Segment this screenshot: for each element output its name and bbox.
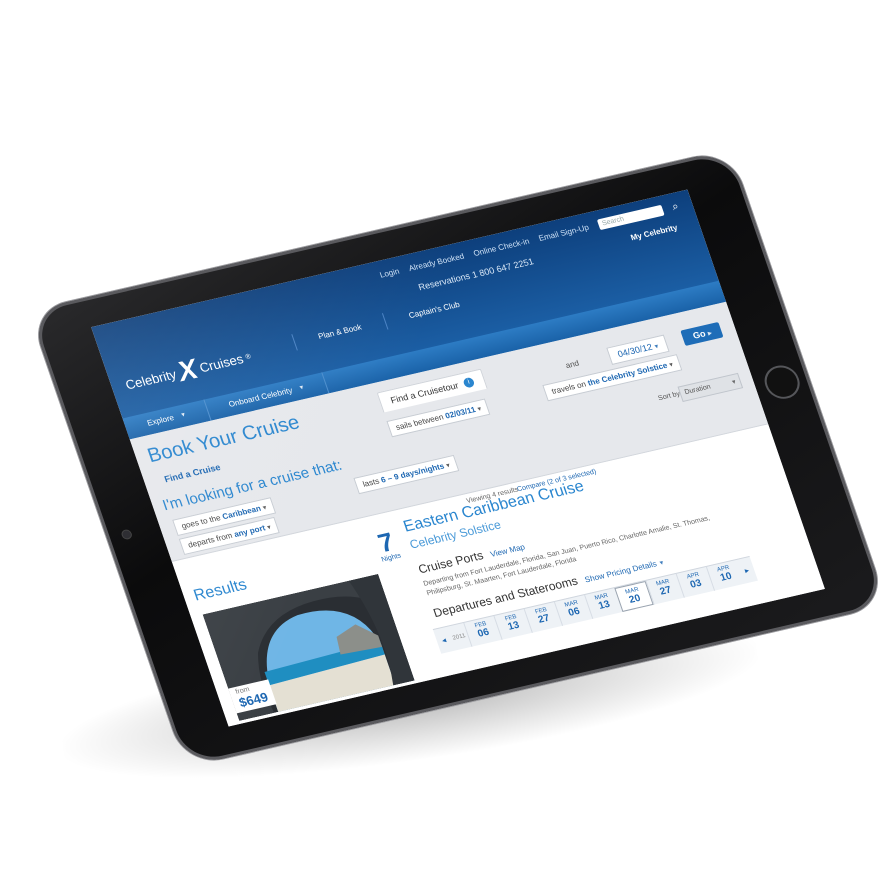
chevron-down-icon: ▾ (476, 405, 483, 414)
email-signup-link[interactable]: Email Sign-Up (537, 223, 590, 243)
tab-cruisetour-label: Find a Cruisetour (389, 380, 460, 406)
chevron-down-icon: ▾ (658, 559, 665, 568)
my-celebrity-link[interactable]: My Celebrity (629, 223, 678, 242)
go-label: Go (691, 328, 707, 341)
end-date-value: 04/30/12 (616, 341, 654, 360)
chevron-down-icon: ▾ (262, 504, 268, 512)
nav-plan-book[interactable]: Plan & Book (291, 313, 388, 351)
sort-select[interactable]: Duration ▾ (677, 372, 744, 403)
login-link[interactable]: Login (379, 267, 401, 280)
lasts-field[interactable]: lasts 6 – 9 days/nights ▾ (353, 454, 460, 495)
duration-value: 6 – 9 days/nights (379, 461, 446, 485)
sort-value: Duration (683, 383, 712, 397)
already-booked-link[interactable]: Already Booked (407, 252, 465, 273)
logo-word-celebrity: Celebrity (123, 366, 179, 393)
logo-registered: ® (244, 352, 252, 361)
nav-captains-club[interactable]: Captain's Club (381, 290, 486, 330)
chevron-right-icon: ▸ (707, 329, 713, 338)
port-value: any port (232, 523, 267, 540)
search-icon[interactable]: ⌕ (670, 200, 680, 214)
chevron-down-icon: ▾ (445, 462, 452, 470)
go-button[interactable]: Go ▸ (680, 321, 724, 346)
tab-find-cruise[interactable]: Find a Cruise (163, 462, 222, 484)
departs-from-label: departs from (186, 531, 234, 550)
sails-between-label: sails between (394, 412, 445, 432)
celebrity-logo[interactable]: Celebrity X Cruises ® (122, 345, 255, 397)
ship-value: the Celebrity Solstice (586, 360, 669, 388)
search-input[interactable]: Search (596, 204, 665, 231)
nav-explore-label: Explore (145, 413, 176, 428)
chevron-down-icon: ▾ (668, 361, 675, 369)
destination-value: Caribbean (221, 503, 263, 522)
chevron-down-icon: ▾ (653, 343, 660, 351)
nights-badge: 7 Nights (372, 526, 402, 563)
lasts-label: lasts (361, 476, 381, 489)
goes-to-label: goes to the (180, 513, 222, 531)
chevron-down-icon: ▾ (266, 524, 273, 532)
chevron-down-icon: ▾ (298, 384, 305, 392)
travels-on-label: travels on (550, 379, 588, 396)
logo-word-cruises: Cruises (197, 350, 246, 375)
chevron-down-icon: ▾ (180, 411, 187, 419)
and-label: and (564, 358, 581, 371)
online-checkin-link[interactable]: Online Check-in (472, 237, 530, 258)
results-title: Results (191, 576, 250, 605)
info-icon[interactable]: i (462, 376, 476, 389)
chevron-down-icon: ▾ (731, 378, 737, 387)
start-date-value: 02/03/11 (443, 405, 477, 421)
